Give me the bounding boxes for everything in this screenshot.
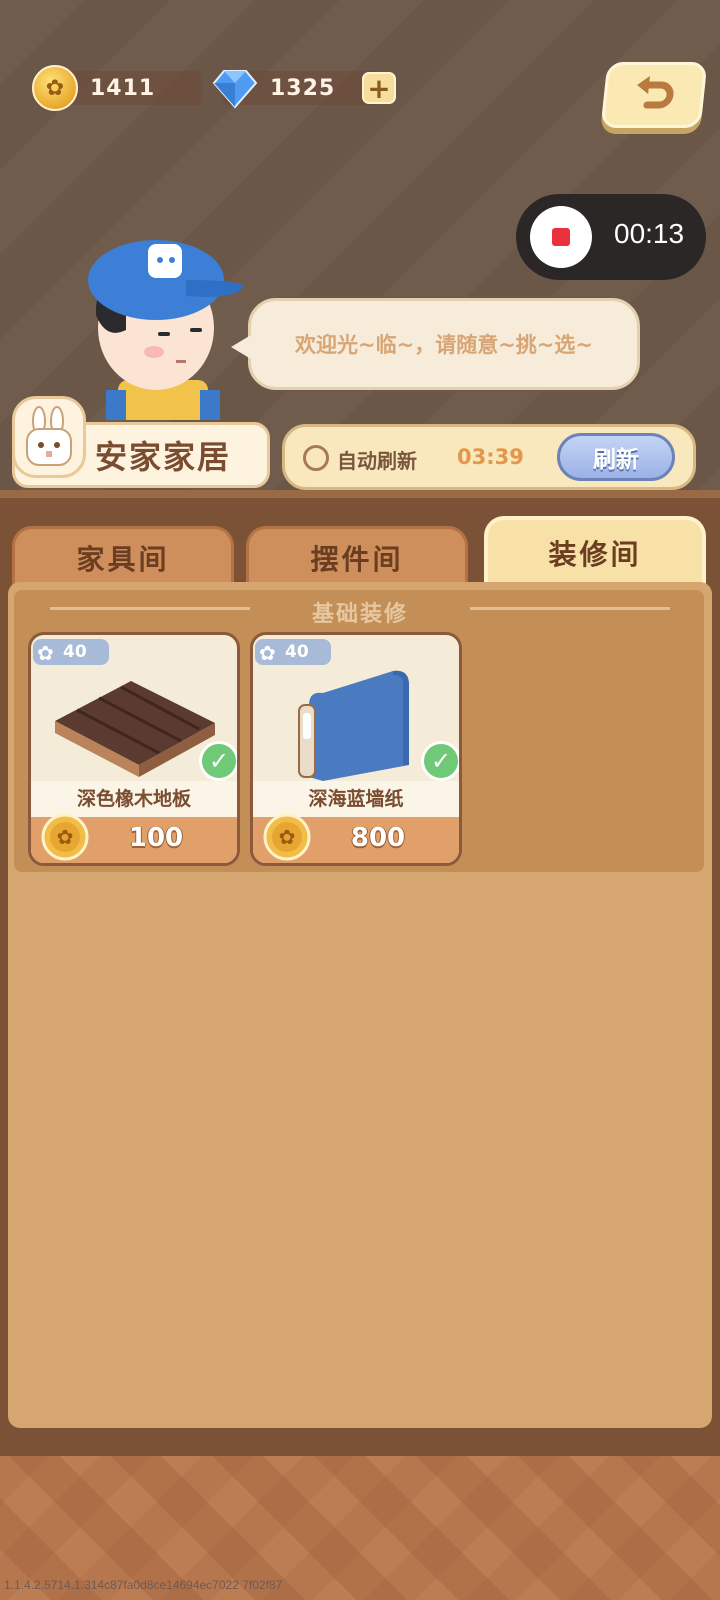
item-name: 深色橡木地板 — [31, 781, 237, 817]
undo-arrow-icon — [637, 76, 674, 109]
level-tag: ✿ 40 — [33, 639, 109, 665]
coin-icon: ✿ — [263, 813, 311, 861]
greeting-bubble: 欢迎光~临~，请随意~挑~选~ — [231, 298, 640, 390]
coin-icon: ✿ — [41, 813, 89, 861]
add-diamonds-button[interactable]: + — [362, 72, 396, 105]
auto-refresh-bar: 自动刷新 03:39 刷新 — [282, 424, 696, 490]
item-name: 深海蓝墙纸 — [253, 781, 459, 817]
build-info: 1.1.4.2.5714.1.314c87fa0d8ce14694ec7022 … — [4, 1578, 283, 1592]
owned-check-icon: ✓ — [199, 741, 237, 781]
coin-icon: ✿ — [32, 65, 78, 111]
bunny-logo-icon — [12, 396, 86, 478]
flower-icon: ✿ — [259, 641, 276, 665]
item-card[interactable]: ✿ 40 ✓ 深海蓝墙纸 ✿ 800 — [250, 632, 462, 866]
refresh-button[interactable]: 刷新 — [557, 433, 675, 481]
auto-refresh-label: 自动刷新 — [337, 449, 417, 473]
refresh-countdown: 03:39 — [457, 445, 524, 469]
price-bar: ✿ 800 — [253, 813, 459, 863]
owned-check-icon: ✓ — [421, 741, 459, 781]
flower-icon: ✿ — [37, 641, 54, 665]
tab-furniture[interactable]: 家具间 — [12, 526, 234, 586]
item-level: 40 — [63, 642, 87, 662]
tab-renovation[interactable]: 装修间 — [484, 516, 706, 586]
shopkeeper-avatar — [88, 240, 244, 420]
diamond-icon — [212, 65, 258, 111]
item-price: 800 — [350, 823, 406, 853]
item-price: 100 — [128, 823, 184, 853]
category-title: 基础装修 — [311, 602, 408, 627]
coin-counter: ✿ 1411 — [32, 65, 202, 111]
clock-icon — [303, 445, 329, 471]
level-tag: ✿ 40 — [255, 639, 331, 665]
item-level: 40 — [285, 642, 309, 662]
price-bar: ✿ 100 — [31, 813, 237, 863]
item-card[interactable]: ✿ 40 ✓ 深色橡木地板 ✿ 100 — [28, 632, 240, 866]
screen-recorder[interactable]: 00:13 — [516, 194, 706, 280]
recording-time: 00:13 — [614, 218, 685, 249]
tab-decorations[interactable]: 摆件间 — [246, 526, 468, 586]
svg-text:✿: ✿ — [279, 825, 296, 849]
stop-icon — [552, 228, 570, 246]
back-button[interactable] — [600, 62, 708, 128]
diamond-counter: 1325 + — [212, 65, 396, 111]
svg-text:✿: ✿ — [57, 825, 74, 849]
stop-recording-button[interactable] — [530, 206, 592, 268]
